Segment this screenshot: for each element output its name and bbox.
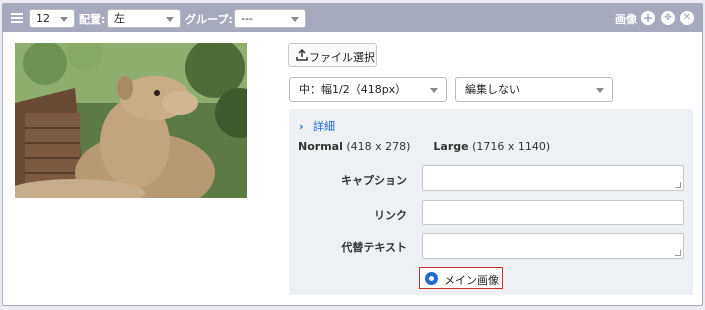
main-image-option[interactable]: メイン画像 xyxy=(419,267,503,289)
group-label: グループ: xyxy=(185,13,233,26)
image-block-panel: 12 配置: 左 グループ: --- 画像 + ✥ ✕ ファイル選択 中：幅1/… xyxy=(2,3,703,306)
large-size-label: Large xyxy=(433,140,469,153)
chevron-right-icon: › xyxy=(299,120,304,133)
details-toggle-label: 詳細 xyxy=(313,120,336,133)
width-select[interactable]: 中：幅1/2（418px） xyxy=(289,77,447,102)
normal-size-label: Normal xyxy=(298,140,343,153)
chevron-down-icon xyxy=(291,17,299,22)
normal-size-value: (418 x 278) xyxy=(346,140,411,153)
file-select-button[interactable]: ファイル選択 xyxy=(288,43,377,67)
group-select[interactable]: --- xyxy=(234,9,306,28)
resize-handle-icon[interactable] xyxy=(675,250,681,256)
edit-select-value: 編集しない xyxy=(465,83,520,96)
block-toolbar: 12 配置: 左 グループ: --- 画像 + ✥ ✕ xyxy=(3,4,702,32)
move-icon[interactable]: ✥ xyxy=(661,11,675,25)
align-select[interactable]: 左 xyxy=(107,9,181,28)
alt-text-textarea[interactable] xyxy=(422,233,684,259)
align-label: 配置: xyxy=(79,13,106,26)
chevron-down-icon xyxy=(596,88,604,93)
upload-icon xyxy=(296,49,308,61)
chevron-down-icon xyxy=(166,17,174,22)
link-input[interactable] xyxy=(422,200,684,225)
size-select-value: 12 xyxy=(36,12,50,25)
resize-handle-icon[interactable] xyxy=(675,182,681,188)
caption-textarea[interactable] xyxy=(422,165,684,191)
drag-handle-icon[interactable] xyxy=(11,13,23,23)
details-toggle[interactable]: › 詳細 xyxy=(299,118,335,134)
group-select-value: --- xyxy=(241,12,253,25)
width-select-value: 中：幅1/2（418px） xyxy=(299,83,407,96)
large-size-value: (1716 x 1140) xyxy=(472,140,551,153)
file-select-label: ファイル選択 xyxy=(309,51,375,64)
main-image-label: メイン画像 xyxy=(444,274,499,287)
close-icon[interactable]: ✕ xyxy=(680,11,694,25)
camel-image xyxy=(15,43,247,198)
radio-selected-icon[interactable] xyxy=(425,272,438,285)
image-sizes: Normal (418 x 278) Large (1716 x 1140) xyxy=(298,140,550,153)
caption-label: キャプション xyxy=(341,174,407,187)
link-label: リンク xyxy=(374,209,407,222)
plus-icon[interactable]: + xyxy=(641,11,655,25)
alt-text-label: 代替テキスト xyxy=(341,241,407,254)
chevron-down-icon xyxy=(430,88,438,93)
block-type-label: 画像 xyxy=(615,13,637,26)
align-select-value: 左 xyxy=(114,12,125,25)
edit-select[interactable]: 編集しない xyxy=(455,77,613,102)
size-select[interactable]: 12 xyxy=(29,9,75,28)
chevron-down-icon xyxy=(60,17,68,22)
